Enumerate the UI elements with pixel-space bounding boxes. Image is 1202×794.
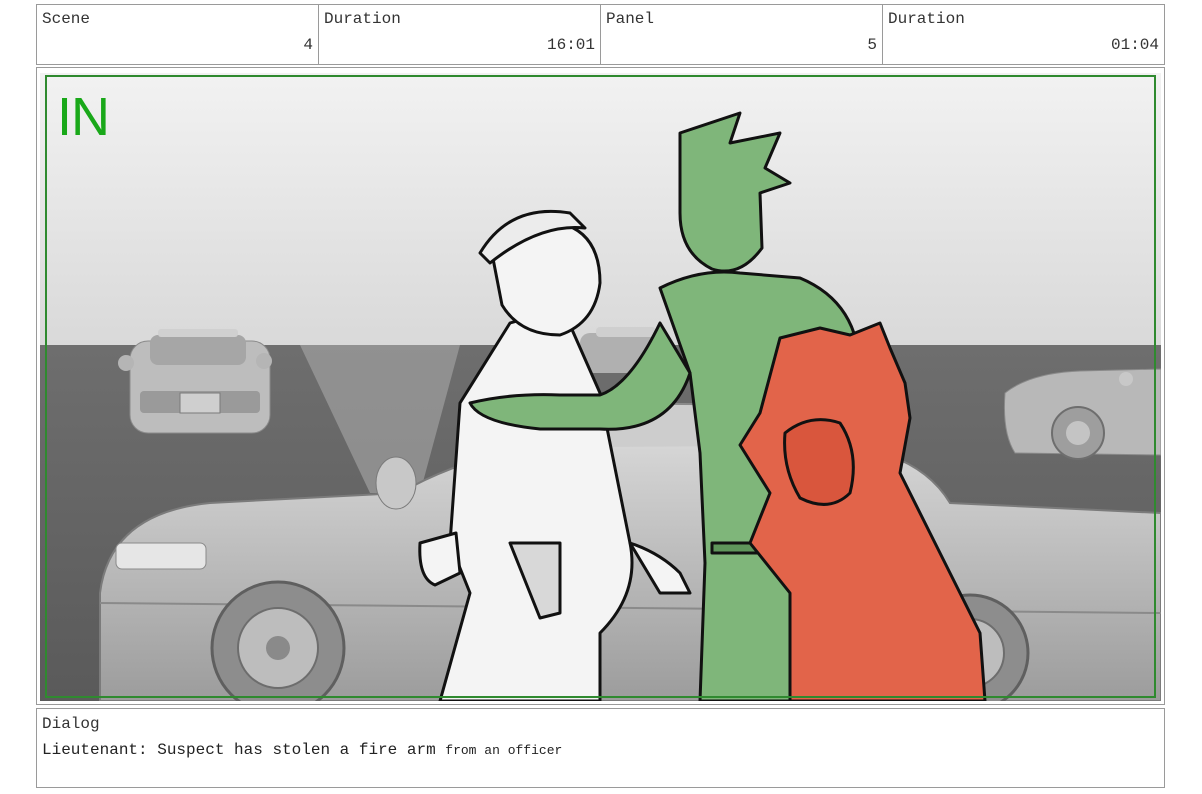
police-car-left bbox=[118, 329, 272, 434]
dialog-label: Dialog bbox=[42, 715, 100, 733]
dialog-line-tail: from an officer bbox=[445, 743, 563, 758]
scene-duration-label: Duration bbox=[324, 10, 401, 28]
panel-value: 5 bbox=[867, 36, 877, 54]
dialog-text[interactable]: Lieutenant: Suspect has stolen a fire ar… bbox=[42, 741, 562, 759]
panel-duration-cell[interactable]: Duration 01:04 bbox=[883, 5, 1164, 64]
panel-duration-value: 01:04 bbox=[1110, 36, 1159, 54]
sky bbox=[40, 73, 1161, 345]
scene-cell[interactable]: Scene 4 bbox=[37, 5, 319, 64]
scene-value: 4 bbox=[303, 36, 313, 54]
panel-label: Panel bbox=[606, 10, 655, 28]
scene-duration-value: 16:01 bbox=[546, 36, 595, 54]
panel-artwork[interactable] bbox=[40, 73, 1161, 701]
panel-info-table: Scene 4 Duration 16:01 Panel 5 Duration … bbox=[36, 4, 1165, 65]
panel-duration-label: Duration bbox=[888, 10, 965, 28]
in-marker: IN bbox=[57, 87, 110, 147]
panel-drawing bbox=[40, 73, 1161, 701]
scene-duration-cell[interactable]: Duration 16:01 bbox=[319, 5, 601, 64]
dialog-box[interactable]: Dialog Lieutenant: Suspect has stolen a … bbox=[36, 708, 1165, 788]
police-car-right bbox=[1004, 368, 1161, 460]
dialog-line-main: Lieutenant: Suspect has stolen a fire ar… bbox=[42, 741, 436, 759]
panel-cell[interactable]: Panel 5 bbox=[601, 5, 883, 64]
storyboard-panel[interactable]: IN bbox=[36, 67, 1165, 705]
scene-label: Scene bbox=[42, 10, 91, 28]
